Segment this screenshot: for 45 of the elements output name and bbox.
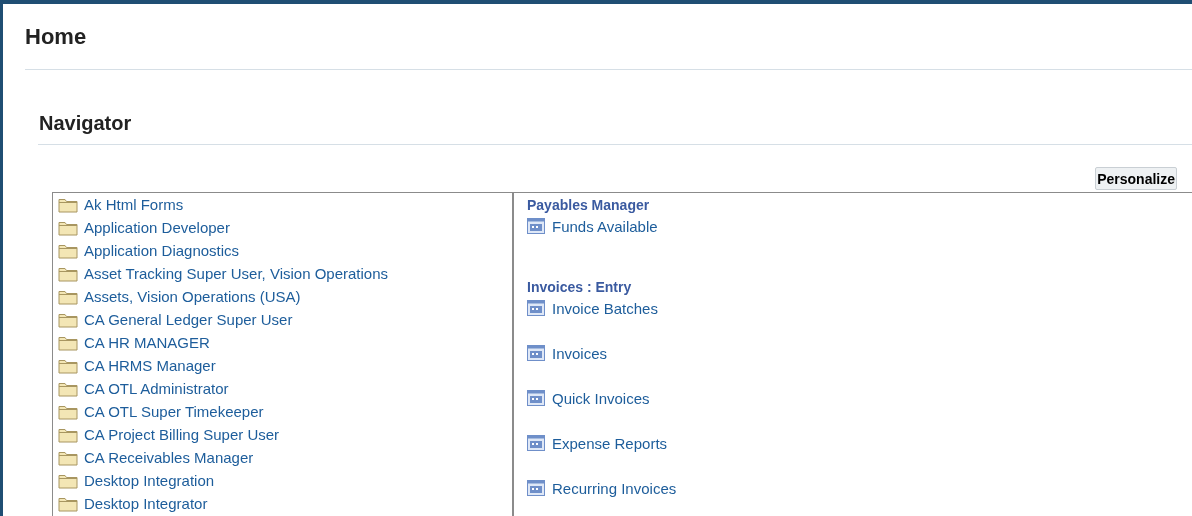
function-link[interactable]: Funds Available (552, 217, 658, 235)
folder-icon (58, 380, 78, 397)
function-link[interactable]: Expense Reports (552, 434, 668, 452)
folder-icon (58, 242, 78, 259)
personalize-button[interactable]: Personalize (1095, 167, 1177, 190)
responsibility-link[interactable]: CA HRMS Manager (84, 357, 216, 374)
responsibility-link[interactable]: CA OTL Super Timekeeper (84, 403, 264, 420)
responsibility-link[interactable]: Desktop Integrator (84, 495, 208, 512)
function-heading: Invoices : Entry (527, 278, 633, 296)
folder-icon (58, 472, 78, 489)
function-link[interactable]: Invoice Batches (552, 299, 658, 317)
folder-icon (58, 219, 78, 236)
responsibility-link[interactable]: CA HR MANAGER (84, 334, 210, 351)
section-title: Navigator (39, 112, 133, 134)
responsibility-link[interactable]: CA Receivables Manager (84, 449, 254, 466)
folder-icon (58, 449, 78, 466)
page-title: Home (25, 23, 88, 49)
folder-icon (58, 311, 78, 328)
folder-icon (58, 288, 78, 305)
function-link[interactable]: Recurring Invoices (552, 479, 677, 497)
responsibility-link[interactable]: CA General Ledger Super User (84, 311, 293, 328)
folder-icon (58, 403, 78, 420)
window-icon (527, 390, 545, 406)
folder-icon (58, 426, 78, 443)
responsibility-link[interactable]: CA OTL Administrator (84, 380, 229, 397)
responsibility-link[interactable]: Asset Tracking Super User, Vision Operations (84, 265, 389, 282)
responsibility-link[interactable]: Application Diagnostics (84, 242, 240, 259)
folder-icon (58, 495, 78, 512)
window-icon (527, 435, 545, 451)
folder-icon (58, 334, 78, 351)
window-icon (527, 345, 545, 361)
window-icon (527, 218, 545, 234)
function-link[interactable]: Invoices (552, 344, 608, 362)
responsibility-link[interactable]: Application Developer (84, 219, 230, 236)
folder-icon (58, 357, 78, 374)
folder-icon (58, 265, 78, 282)
folder-icon (58, 196, 78, 213)
function-link[interactable]: Quick Invoices (552, 389, 650, 407)
function-heading: Payables Manager (527, 196, 651, 214)
window-icon (527, 300, 545, 316)
window-icon (527, 480, 545, 496)
responsibility-link[interactable]: CA Project Billing Super User (84, 426, 280, 443)
responsibility-link[interactable]: Desktop Integration (84, 472, 215, 489)
responsibility-link[interactable]: Ak Html Forms (84, 196, 184, 213)
responsibility-link[interactable]: Assets, Vision Operations (USA) (84, 288, 301, 305)
